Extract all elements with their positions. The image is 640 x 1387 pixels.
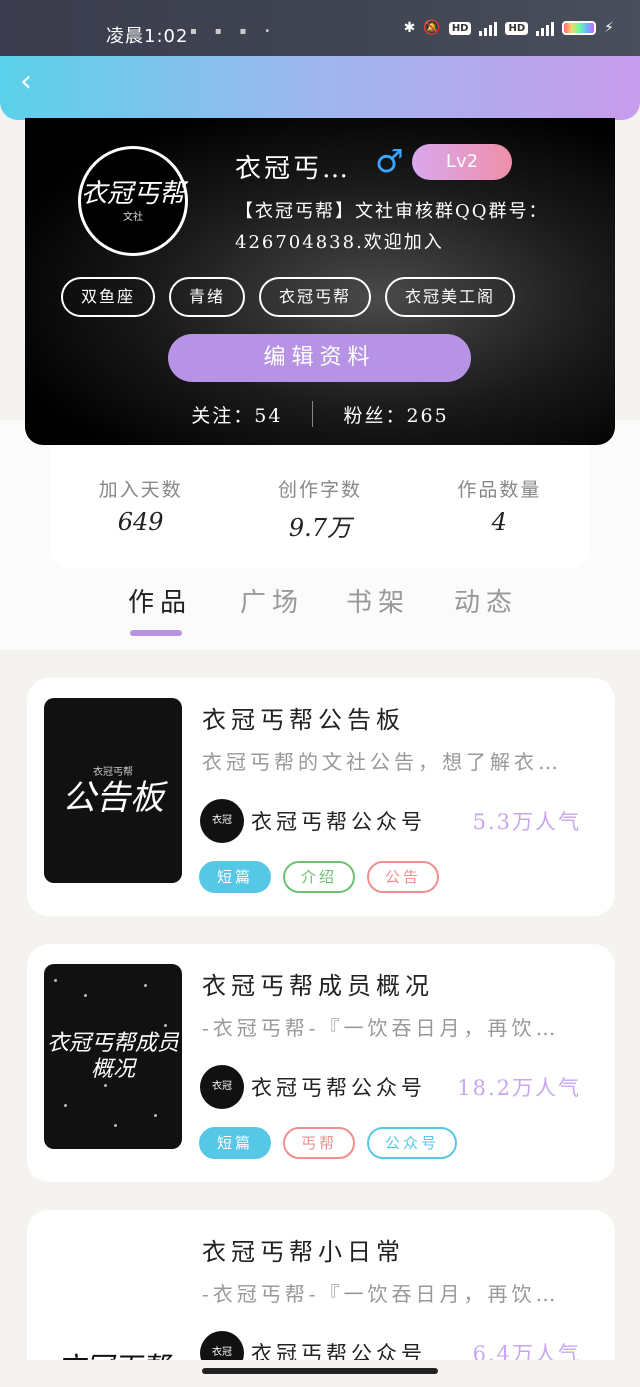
author-name[interactable]: 衣冠丐帮公众号 [251,1072,426,1102]
chevron-left-icon: ‹ [20,64,32,99]
book-title[interactable]: 衣冠丐帮公告板 [202,700,405,735]
divider [312,401,314,427]
cover-text: 衣冠丐帮成员概况 [46,1030,179,1082]
tab-square[interactable]: 广场 [240,582,304,619]
tab-bookshelf[interactable]: 书架 [346,582,410,619]
stats-card: 加入天数 649 创作字数 9.7万 作品数量 4 [51,445,589,568]
male-icon: ♂ [375,142,404,180]
stat-join-days: 加入天数 649 [51,445,230,568]
followers-count: 265 [406,404,449,427]
book-tag[interactable]: 丐帮 [283,1127,356,1159]
book-description: -衣冠丐帮-『一饮吞日月，再饮… [202,1016,560,1040]
book-title[interactable]: 衣冠丐帮小日常 [202,1232,405,1267]
stat-label: 加入天数 [98,479,183,501]
book-cover[interactable]: 衣冠丐帮成员概况 [44,964,182,1149]
charging-icon: ⚡ [604,20,614,36]
profile-card: 衣冠丐帮 文社 衣冠丐… ♂ Lv2 【衣冠丐帮】文社审核群QQ群号：42670… [25,118,615,445]
user-name: 衣冠丐… [235,154,352,184]
level-badge: Lv2 [412,144,512,180]
hd-badge: HD [448,21,472,35]
followers-link[interactable]: 粉丝：265 [343,401,448,428]
stat-value: 649 [117,508,164,536]
status-time: 凌晨1:02 [106,26,189,47]
book-tag[interactable]: 短篇 [199,1127,272,1159]
author-avatar[interactable]: 衣冠 [200,1065,244,1109]
home-indicator[interactable] [202,1368,438,1374]
stat-works-count: 作品数量 4 [410,445,589,568]
following-count: 54 [254,404,283,427]
book-title[interactable]: 衣冠丐帮成员概况 [202,966,434,1001]
book-tag[interactable]: 公告 [367,861,440,893]
battery-icon [562,21,597,35]
followers-label: 粉丝： [343,404,407,427]
stat-value: 4 [491,508,507,536]
book-tags: 短篇 介绍 公告 [199,861,440,893]
profile-tag[interactable]: 双鱼座 [61,277,156,317]
signal-icon [479,20,498,36]
author-avatar[interactable]: 衣冠 [200,799,244,843]
stat-label: 创作字数 [277,479,362,501]
back-button[interactable]: ‹ [20,66,48,98]
avatar-subtext: 文社 [123,211,143,223]
tab-works[interactable]: 作品 [128,582,192,619]
status-icons: ✱ 🔕 HD HD ⚡ [404,20,614,36]
profile-tag[interactable]: 青绪 [169,277,246,317]
book-card[interactable]: 衣冠丐帮成员概况 衣冠丐帮成员概况 -衣冠丐帮-『一饮吞日月，再饮… 衣冠 衣冠… [27,944,615,1182]
popularity-count: 5.3万人气 [472,810,581,834]
book-cover[interactable]: 衣冠丐帮 公告板 [44,698,182,883]
stat-value: 9.7万 [288,514,352,542]
follow-stats: 关注：54 粉丝：265 [25,396,615,432]
book-description: 衣冠丐帮的文社公告，想了解衣… [202,750,562,774]
profile-tag[interactable]: 衣冠美工阁 [385,277,516,317]
author-name[interactable]: 衣冠丐帮公众号 [251,806,426,836]
hd-badge: HD [505,21,529,35]
cover-subtext: 衣冠丐帮 [93,767,133,778]
edit-profile-button[interactable]: 编辑资料 [168,334,471,382]
user-bio: 【衣冠丐帮】文社审核群QQ群号：426704838.欢迎加入 [235,201,549,253]
signal-icon [536,20,555,36]
following-link[interactable]: 关注：54 [191,401,282,428]
book-card[interactable]: 衣冠丐帮 公告板 衣冠丐帮公告板 衣冠丐帮的文社公告，想了解衣… 衣冠 衣冠丐帮… [27,678,615,916]
profile-tags: 双鱼座 青绪 衣冠丐帮 衣冠美工阁 [61,277,516,317]
book-tag[interactable]: 短篇 [199,861,272,893]
notification-icons: ▪▪▪• [190,26,289,37]
avatar-text: 衣冠丐帮 [81,178,186,209]
profile-tag[interactable]: 衣冠丐帮 [259,277,372,317]
stat-label: 作品数量 [457,479,542,501]
bluetooth-icon: ✱ [403,20,416,36]
tab-activity[interactable]: 动态 [454,582,518,619]
following-label: 关注： [191,404,255,427]
avatar[interactable]: 衣冠丐帮 文社 [78,146,188,256]
book-tag[interactable]: 介绍 [283,861,356,893]
cover-text: 公告板 [62,778,164,818]
stat-word-count: 创作字数 9.7万 [230,445,409,568]
active-tab-indicator [130,630,182,636]
content-tabs: 作品 广场 书架 动态 [0,578,640,648]
status-bar: 凌晨1:02 ▪▪▪• ✱ 🔕 HD HD ⚡ [0,0,640,56]
mute-icon: 🔕 [423,20,441,36]
book-description: -衣冠丐帮-『一饮吞日月，再饮… [202,1282,560,1306]
book-tags: 短篇 丐帮 公众号 [199,1127,458,1159]
book-tag[interactable]: 公众号 [367,1127,458,1159]
popularity-count: 18.2万人气 [457,1076,581,1100]
